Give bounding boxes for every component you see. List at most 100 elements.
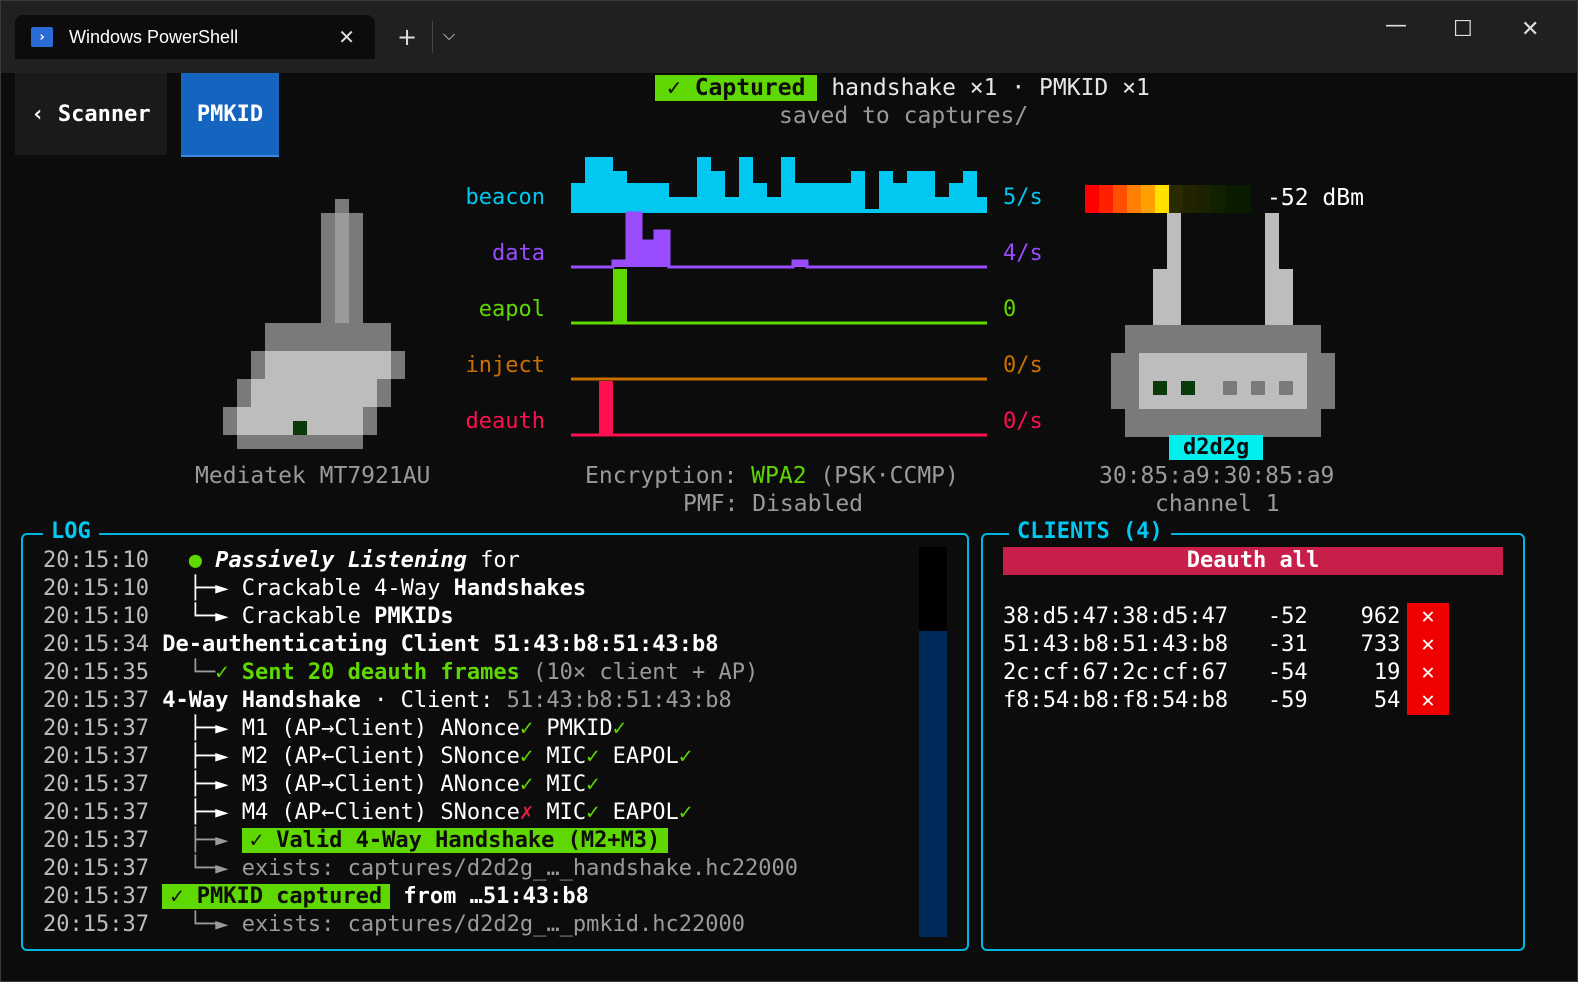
client-mac: f8:54:b8:f8:54:b8 (1003, 688, 1229, 713)
log-line: 20:15:37 └─► exists: captures/d2d2g_…_ha… (43, 855, 798, 883)
log-timestamp: 20:15:37 (43, 800, 149, 825)
log-timestamp: 20:15:37 (43, 716, 149, 741)
log-line: 20:15:35 └─✓ Sent 20 deauth frames (10× … (43, 659, 758, 687)
clients-panel: CLIENTS (4) Deauth all 38:d5:47:38:d5:47… (981, 519, 1525, 951)
client-row[interactable]: f8:54:b8:f8:54:b8 -59 54 (1003, 687, 1400, 715)
log-line: 20:15:37 └─► exists: captures/d2d2g_…_pm… (43, 911, 745, 939)
log-line: 20:15:10 ● Passively Listening for (43, 547, 520, 575)
graph-value-inject: 0/s (1003, 353, 1043, 378)
encryption-info: Encryption: WPA2 (PSK·CCMP) (585, 463, 959, 489)
log-timestamp: 20:15:37 (43, 772, 149, 797)
terminal-area: ‹ Scanner PMKID ✓ Captured handshake ×1 … (15, 73, 1533, 971)
new-tab-icon[interactable]: + (397, 23, 417, 51)
encryption-detail: (PSK·CCMP) (806, 463, 959, 489)
usb-adapter-icon (223, 199, 405, 449)
log-line: 20:15:37 ├─► M4 (AP←Client) SNonce✗ MIC✓… (43, 799, 692, 827)
log-scrollbar-track[interactable] (919, 547, 947, 631)
deauth-client-button[interactable]: ✕ (1407, 603, 1449, 631)
graph-label-eapol: eapol (478, 297, 545, 322)
client-row[interactable]: 2c:cf:67:2c:cf:67 -54 19 (1003, 659, 1400, 687)
log-text: ✓ (586, 772, 600, 797)
deauth-client-button[interactable]: ✕ (1407, 687, 1449, 715)
log-panel: LOG 20:15:10 ● Passively Listening for 20… (21, 519, 969, 951)
saved-path: saved to captures/ (779, 103, 1029, 129)
graph-value-beacon: 5/s (1003, 185, 1043, 210)
log-timestamp: 20:15:37 (43, 912, 149, 937)
client-rssi: -59 (1228, 688, 1308, 713)
tab-powershell[interactable]: › Windows PowerShell ✕ (15, 15, 375, 59)
bssid: 30:85:a9:30:85:a9 (1099, 463, 1335, 489)
deauth-client-button[interactable]: ✕ (1407, 659, 1449, 687)
log-text: ✗ (519, 800, 534, 825)
clients-title: CLIENTS (4) (1009, 519, 1171, 544)
data-graph (571, 211, 987, 269)
log-text: ✓ (586, 800, 600, 825)
close-icon[interactable]: ✕ (1521, 17, 1539, 42)
chevron-down-icon[interactable]: ⌵ (443, 25, 455, 45)
client-mac: 2c:cf:67:2c:cf:67 (1003, 660, 1229, 685)
deauth-spike (599, 381, 613, 435)
adapter-name: Mediatek MT7921AU (195, 463, 431, 489)
client-rssi: -52 (1228, 604, 1308, 629)
log-line: 20:15:10 └─► Crackable PMKIDs (43, 603, 454, 631)
log-text: └─► exists: captures/d2d2g_…_handshake.h… (175, 856, 798, 881)
graph-label-beacon: beacon (465, 185, 545, 210)
log-timestamp: 20:15:10 (43, 576, 149, 601)
graph-value-data: 4/s (1003, 241, 1043, 266)
powershell-window: › Windows PowerShell ✕ + ⌵ — ☐ ✕ ‹ Scann… (0, 0, 1578, 982)
signal-meter (1085, 185, 1251, 213)
log-text: ├─► M4 (AP←Client) SNonce (175, 800, 520, 825)
client-row[interactable]: 38:d5:47:38:d5:47 -52 962 (1003, 603, 1400, 631)
deauth-all-button[interactable]: Deauth all (1003, 547, 1503, 575)
log-text: ✓ (519, 716, 534, 741)
log-line: 20:15:37 ├─► M2 (AP←Client) SNonce✓ MIC✓… (43, 743, 692, 771)
client-packet-count: 19 (1307, 660, 1401, 685)
tab-pmkid[interactable]: PMKID (181, 73, 279, 157)
client-row[interactable]: 51:43:b8:51:43:b8 -31 733 (1003, 631, 1400, 659)
log-text: Passively Listening (215, 548, 467, 573)
client-packet-count: 54 (1307, 688, 1401, 713)
log-text: 4-Way Handshake (162, 688, 361, 713)
log-text: MIC (533, 800, 587, 825)
log-timestamp: 20:15:37 (43, 884, 149, 909)
client-mac: 38:d5:47:38:d5:47 (1003, 604, 1229, 629)
log-text: EAPOL (599, 800, 679, 825)
back-to-scanner-button[interactable]: ‹ Scanner (15, 73, 167, 155)
encryption-label: Encryption: (585, 463, 752, 489)
log-text: PMKIDs (374, 604, 454, 629)
log-timestamp: 20:15:37 (43, 744, 149, 769)
log-text: ✓ Sent 20 deauth frames (215, 660, 520, 685)
log-text: ● (175, 548, 216, 573)
client-packet-count: 733 (1307, 632, 1401, 657)
log-scrollbar-thumb[interactable] (919, 631, 947, 937)
log-text: for (466, 548, 520, 573)
channel: channel 1 (1155, 491, 1280, 517)
deauth-client-button[interactable]: ✕ (1407, 631, 1449, 659)
log-text: MIC (533, 744, 587, 769)
maximize-icon[interactable]: ☐ (1453, 17, 1473, 42)
client-packet-count: 962 (1307, 604, 1401, 629)
tab-close-icon[interactable]: ✕ (338, 25, 355, 49)
log-text: · Client: (360, 688, 507, 713)
log-line: 20:15:37 ├─► M3 (AP→Client) ANonce✓ MIC✓ (43, 771, 599, 799)
log-text: ✓ (519, 772, 534, 797)
log-line: 20:15:37 ✓ PMKID captured from …51:43:b8 (43, 883, 589, 911)
graph-label-data: data (492, 241, 545, 266)
title-bar: › Windows PowerShell ✕ + ⌵ — ☐ ✕ (1, 1, 1577, 73)
traffic-graphs (571, 157, 987, 437)
log-text: ✓ (612, 716, 626, 741)
log-timestamp: 20:15:34 (43, 632, 149, 657)
client-rssi: -31 (1228, 632, 1308, 657)
log-text: ├─► Crackable 4-Way (175, 576, 454, 601)
log-line: 20:15:34 De-authenticating Client 51:43:… (43, 631, 719, 659)
log-text: ✓ (586, 744, 600, 769)
log-line: 20:15:37 ├─► M1 (AP→Client) ANonce✓ PMKI… (43, 715, 626, 743)
log-text: ✓ PMKID captured (162, 884, 391, 909)
log-line: 20:15:10 ├─► Crackable 4-Way Handshakes (43, 575, 586, 603)
log-line: 20:15:37 ├─► ✓ Valid 4-Way Handshake (M2… (43, 827, 669, 855)
graph-label-inject: inject (465, 353, 545, 378)
tab-title: Windows PowerShell (69, 26, 239, 47)
log-text: (10× client + AP) (519, 660, 759, 685)
minimize-icon[interactable]: — (1385, 13, 1407, 38)
log-text: Handshakes (453, 576, 587, 601)
